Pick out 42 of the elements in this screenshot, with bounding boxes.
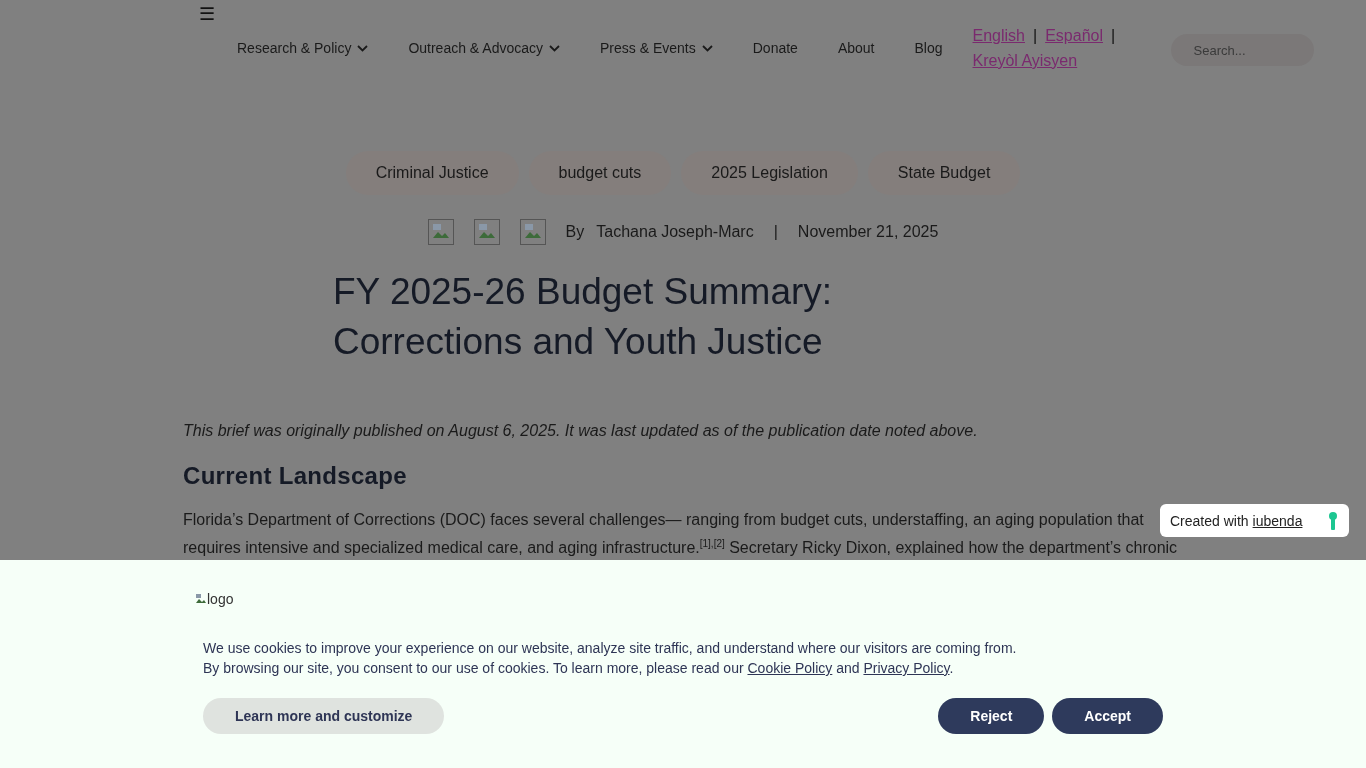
badge-text: Created with [1170,512,1249,529]
tag-chip[interactable]: Criminal Justice [345,151,519,195]
broken-image-icon [195,593,207,605]
publication-note: This brief was originally published on August 6, 2025. It was last updated as of the publication date noted above. [183,422,979,440]
broken-image-icon [473,219,500,245]
customize-button[interactable]: Learn more and customize [203,698,445,734]
language-separator: | [1033,27,1038,44]
language-separator: | [1111,27,1116,44]
section-heading: Current Landscape [183,462,408,490]
byline-separator: | [773,223,778,241]
nav-link[interactable]: Research & Policy [237,38,369,58]
byline-prefix: By [565,223,585,241]
nav-link[interactable]: Blog [914,38,943,58]
menu-icon[interactable]: ☰ [199,4,215,24]
tag-chip[interactable]: State Budget [867,151,1021,195]
tag-chip[interactable]: budget cuts [528,151,672,195]
nav-link[interactable]: Press & Events [600,38,713,58]
cookie-text: We use cookies to improve your experience on our website, analyze site traffic, and understand where our visitors are coming from. [202,639,1018,658]
keyhole-icon [1328,511,1339,530]
nav-link[interactable]: About [837,38,875,58]
search-field[interactable]: Search... [1170,34,1314,66]
consent-button[interactable]: Reject [938,698,1045,734]
paragraph-line: Florida’s Department of Corrections (DOC) faces several challenges— ranging from budget cuts, understaffing, an aging population that [183,510,1144,530]
language-link[interactable]: Kreyòl Ayisyen [972,52,1078,69]
article-title: FY 2025-26 Budget Summary: Corrections and Youth Justice [333,270,834,364]
nav-link[interactable]: Donate [752,38,798,58]
iubenda-badge[interactable]: Created with iubenda [1160,504,1349,537]
author-name: Tachana Joseph-Marc [596,223,754,241]
logo-alt-text: logo [207,591,234,607]
paragraph-line: requires intensive and specialized medical care, and aging infrastructure.$^{[1],[2]}$ Secretary Ricky Dixon, explained how the department’s chronic [183,537,1178,559]
consent-button[interactable]: Accept [1052,698,1163,734]
language-link[interactable]: Español [1045,27,1103,44]
tag-chip[interactable]: 2025 Legislation [681,151,858,195]
privacy-policy-link[interactable]: Privacy Policy [863,660,950,676]
nav-link[interactable]: Outreach & Advocacy [408,38,561,58]
broken-image-icon [427,219,454,245]
publish-date: November 21, 2025 [797,223,939,241]
cookie-text: By browsing our site, you consent to our use of cookies. To learn more, please read our Cookie Policy and Privacy Policy. [202,659,955,678]
broken-image-icon [519,219,546,245]
badge-link[interactable]: iubenda [1252,512,1303,529]
language-link[interactable]: English [972,27,1025,44]
cookie-policy-link[interactable]: Cookie Policy [747,660,833,676]
